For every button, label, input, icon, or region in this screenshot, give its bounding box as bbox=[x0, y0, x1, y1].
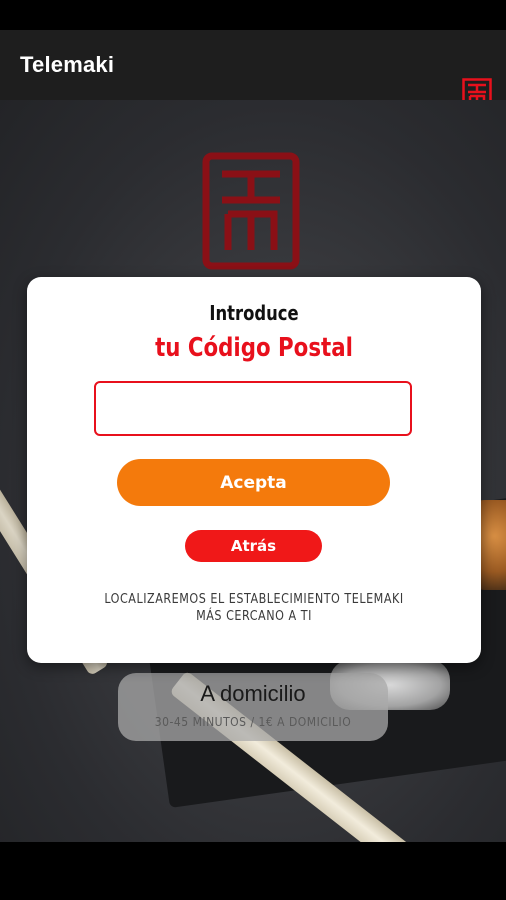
postal-code-input[interactable] bbox=[94, 381, 412, 436]
accept-button[interactable]: Acepta bbox=[117, 459, 390, 506]
back-button[interactable]: Atrás bbox=[185, 530, 322, 562]
navigation-bar bbox=[0, 842, 506, 900]
postal-code-dialog: Introduce tu Código Postal Acepta Atrás … bbox=[27, 277, 481, 663]
dialog-note-line: LOCALIZAREMOS EL ESTABLECIMIENTO TELEMAK… bbox=[104, 592, 404, 607]
status-bar bbox=[0, 0, 506, 30]
dialog-note-line: MÁS CERCANO A TI bbox=[196, 609, 312, 624]
dialog-title: tu Código Postal bbox=[155, 333, 353, 363]
dialog-heading: Introduce bbox=[209, 301, 299, 325]
delivery-option-card[interactable]: A domicilio 30-45 MINUTOS / 1€ A DOMICIL… bbox=[118, 673, 388, 741]
app-title: Telemaki bbox=[20, 52, 115, 77]
delivery-option-subtitle: 30-45 MINUTOS / 1€ A DOMICILIO bbox=[154, 715, 352, 729]
app-bar: Telemaki bbox=[0, 30, 506, 110]
delivery-option-title: A domicilio bbox=[200, 681, 306, 706]
dialog-note: LOCALIZAREMOS EL ESTABLECIMIENTO TELEMAK… bbox=[93, 591, 415, 625]
telemaki-brand-logo-icon bbox=[202, 152, 300, 270]
